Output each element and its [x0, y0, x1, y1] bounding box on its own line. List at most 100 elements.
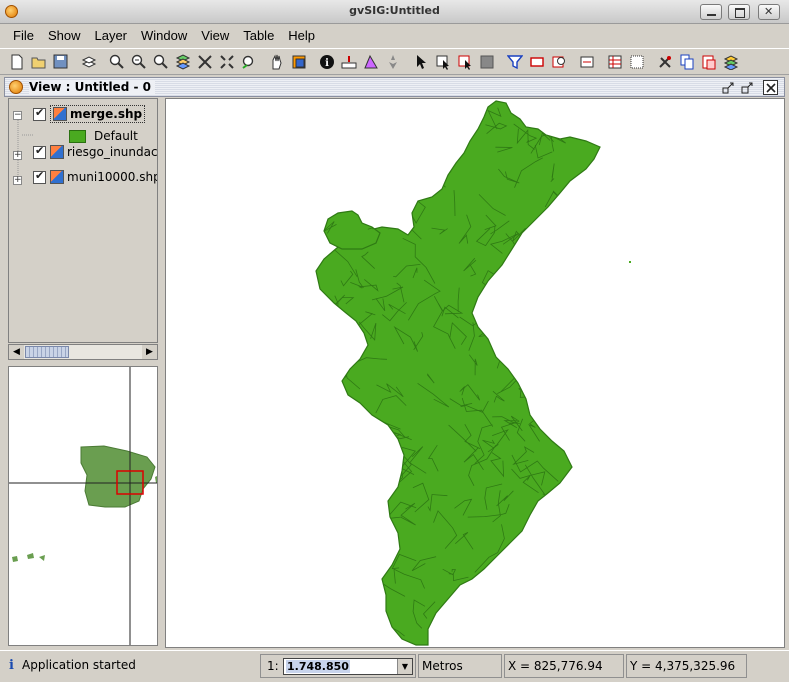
zoom-select-icon[interactable] [150, 51, 171, 72]
toc-horizontal-scrollbar[interactable]: ◀ ▶ [8, 344, 158, 360]
view-title-bar: View : Untitled - 0 [4, 77, 785, 97]
municipal-boundary-line [557, 610, 582, 623]
zoom-layer-icon[interactable] [548, 51, 569, 72]
municipal-boundary-line [341, 443, 363, 468]
layer-riesgo[interactable]: riesgo_inundaci [33, 142, 157, 162]
municipal-boundary-line [392, 205, 405, 222]
menu-view[interactable]: View [194, 26, 236, 46]
zoom-full-icon[interactable] [172, 51, 193, 72]
measure-icon[interactable] [338, 51, 359, 72]
menu-table[interactable]: Table [236, 26, 281, 46]
layer-riesgo-checkbox[interactable] [33, 144, 46, 159]
municipal-boundary-line [316, 410, 323, 431]
add-layer-icon[interactable] [78, 51, 99, 72]
layer-merge[interactable]: merge.shp [33, 104, 146, 124]
zoom-plus-icon[interactable] [216, 51, 237, 72]
status-bar: i Application started 1: 1.748.850 ▼ Met… [0, 650, 789, 682]
minimize-button[interactable] [700, 4, 722, 20]
layer-merge-checkbox[interactable] [33, 106, 46, 121]
menu-file[interactable]: File [0, 26, 41, 46]
layer-muni[interactable]: muni10000.shp [33, 167, 157, 187]
municipal-boundary-line [346, 101, 358, 119]
info-icon[interactable]: i [316, 51, 337, 72]
municipal-boundary-line [602, 312, 618, 332]
select-rect-icon[interactable] [432, 51, 453, 72]
tools-icon[interactable] [654, 51, 675, 72]
municipal-boundary-line [470, 598, 485, 617]
properties-icon[interactable] [604, 51, 625, 72]
municipal-boundary-line [531, 590, 550, 616]
pan-icon[interactable] [266, 51, 287, 72]
municipal-boundary-line [418, 124, 439, 147]
municipal-boundary-line [359, 543, 372, 560]
open-icon[interactable] [28, 51, 49, 72]
municipal-boundary-line [327, 181, 349, 209]
iconify-view-button[interactable] [720, 80, 735, 95]
municipal-boundary-line [389, 457, 401, 474]
zoom-in-icon[interactable] [106, 51, 127, 72]
close-button[interactable] [758, 4, 780, 20]
municipal-boundary-line [591, 118, 600, 133]
municipal-boundary-line [537, 579, 567, 609]
layer-muni-checkbox[interactable] [33, 169, 46, 184]
municipal-boundary-line [556, 337, 574, 358]
locate-icon[interactable] [382, 51, 403, 72]
municipal-boundary-line [545, 105, 557, 123]
overview-icon[interactable] [288, 51, 309, 72]
municipal-boundary-line [316, 159, 327, 175]
collapse-merge-icon[interactable]: − [13, 111, 22, 120]
paste-icon[interactable] [698, 51, 719, 72]
municipal-boundary-line [550, 495, 571, 528]
menu-layer[interactable]: Layer [87, 26, 134, 46]
municipal-boundary-line [538, 291, 552, 310]
svg-text:i: i [325, 58, 329, 69]
layers-icon[interactable] [720, 51, 741, 72]
municipal-boundary-line [571, 204, 591, 212]
menu-window[interactable]: Window [134, 26, 194, 46]
rectangle-icon[interactable] [526, 51, 547, 72]
municipal-boundary-line [323, 402, 339, 436]
chevron-down-icon[interactable]: ▼ [397, 659, 412, 674]
new-icon[interactable] [6, 51, 27, 72]
vector-layer-icon [50, 145, 64, 159]
menu-show[interactable]: Show [41, 26, 88, 46]
zoom-extent-icon[interactable] [194, 51, 215, 72]
overview-map[interactable] [8, 366, 158, 646]
show-table-icon[interactable] [576, 51, 597, 72]
municipal-boundary-line [347, 411, 359, 424]
zoom-out-icon[interactable] [128, 51, 149, 72]
scroll-right-icon[interactable]: ▶ [142, 345, 157, 359]
menu-help[interactable]: Help [281, 26, 322, 46]
municipal-boundary-line [444, 132, 458, 160]
scale-value[interactable]: 1.748.850 [286, 660, 350, 673]
legend-swatch [69, 129, 86, 143]
select-poly-icon[interactable] [454, 51, 475, 72]
area-icon[interactable] [360, 51, 381, 72]
municipal-boundary-line [562, 423, 600, 441]
select-all-icon[interactable] [476, 51, 497, 72]
municipal-boundary-line [572, 198, 587, 216]
map-canvas[interactable] [165, 98, 785, 648]
scroll-thumb[interactable] [25, 346, 69, 358]
municipal-boundary-line [421, 145, 452, 173]
island-marker [629, 261, 631, 263]
close-view-button[interactable] [763, 80, 778, 95]
maximize-view-button[interactable] [739, 80, 754, 95]
municipal-boundary-line [568, 194, 581, 218]
municipal-boundary-line [531, 316, 541, 331]
municipal-boundary-line [568, 591, 575, 605]
legend-label: Default [94, 129, 138, 143]
expand-riesgo-icon[interactable]: + [13, 151, 22, 160]
scale-combobox[interactable]: 1.748.850 ▼ [283, 658, 413, 675]
filter-icon[interactable] [504, 51, 525, 72]
select-icon[interactable] [410, 51, 431, 72]
save-icon[interactable] [50, 51, 71, 72]
grid-icon[interactable] [626, 51, 647, 72]
y-coordinate-field: Y = 4,375,325.96 [626, 654, 747, 678]
municipal-boundary-line [582, 388, 600, 406]
copy-icon[interactable] [676, 51, 697, 72]
scroll-left-icon[interactable]: ◀ [9, 345, 24, 359]
zoom-back-icon[interactable] [238, 51, 259, 72]
maximize-button[interactable] [728, 4, 750, 20]
expand-muni-icon[interactable]: + [13, 176, 22, 185]
